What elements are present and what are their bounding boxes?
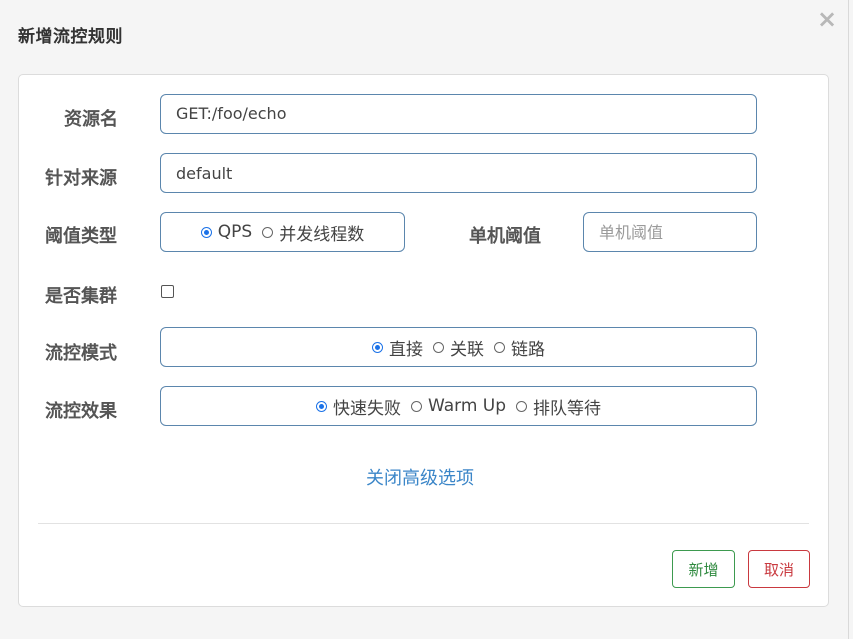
- flow-effect-warm-up[interactable]: Warm Up: [410, 396, 507, 416]
- flow-mode-group: 直接 关联 链路: [160, 327, 757, 367]
- cluster-label: 是否集群: [45, 286, 117, 307]
- flow-effect-group: 快速失败 Warm Up 排队等待: [160, 386, 757, 426]
- option-label: 快速失败: [332, 398, 401, 419]
- threshold-type-group: QPS 并发线程数: [160, 212, 405, 252]
- dialog-title: 新增流控规则: [18, 27, 123, 47]
- option-label: 关联: [450, 339, 484, 360]
- flow-mode-label: 流控模式: [45, 343, 117, 364]
- close-advanced-options-link[interactable]: 关闭高级选项: [366, 464, 474, 490]
- source-input[interactable]: [160, 153, 757, 193]
- radio-checked-icon: [200, 226, 212, 238]
- flow-effect-fail-fast[interactable]: 快速失败: [315, 394, 401, 419]
- radio-unchecked-icon: [433, 341, 444, 353]
- radio-checked-icon: [372, 341, 383, 353]
- option-label: 链路: [511, 339, 545, 360]
- add-button[interactable]: 新增: [672, 550, 735, 588]
- option-label: 排队等待: [533, 398, 602, 419]
- threshold-type-label: 阈值类型: [45, 226, 117, 247]
- option-label: 并发线程数: [279, 224, 365, 245]
- radio-checked-icon: [315, 400, 327, 412]
- option-label: Warm Up: [427, 396, 507, 416]
- cluster-checkbox[interactable]: [161, 285, 174, 298]
- single-threshold-input[interactable]: [583, 212, 757, 252]
- flow-mode-relate[interactable]: 关联: [433, 335, 484, 360]
- option-label: 直接: [389, 339, 423, 360]
- cancel-button[interactable]: 取消: [748, 550, 810, 588]
- radio-unchecked-icon: [262, 226, 274, 238]
- radio-unchecked-icon: [494, 341, 505, 353]
- flow-effect-label: 流控效果: [45, 401, 117, 422]
- close-icon[interactable]: ×: [816, 7, 838, 31]
- radio-unchecked-icon: [516, 400, 528, 412]
- source-label: 针对来源: [45, 168, 117, 189]
- resource-input-wrap[interactable]: GET:/foo/echo: [160, 94, 757, 134]
- threshold-type-threads[interactable]: 并发线程数: [262, 220, 364, 245]
- form-card: 资源名 GET:/foo/echo 针对来源 阈值类型 QPS 并发线程数 单机…: [18, 74, 829, 607]
- flow-mode-direct[interactable]: 直接: [372, 335, 423, 360]
- resource-value: GET:/foo/echo: [176, 104, 287, 123]
- single-threshold-label: 单机阈值: [469, 226, 541, 247]
- flow-effect-queue[interactable]: 排队等待: [516, 394, 601, 419]
- flow-mode-chain[interactable]: 链路: [494, 335, 545, 360]
- option-label: QPS: [217, 222, 253, 242]
- footer-divider: [38, 523, 809, 524]
- flow-rule-dialog: 新增流控规则 × 资源名 GET:/foo/echo 针对来源 阈值类型 QPS…: [0, 0, 849, 639]
- resource-input[interactable]: GET:/foo/echo: [161, 95, 756, 133]
- threshold-type-qps[interactable]: QPS: [200, 222, 253, 242]
- resource-label: 资源名: [64, 109, 118, 130]
- radio-unchecked-icon: [410, 400, 422, 412]
